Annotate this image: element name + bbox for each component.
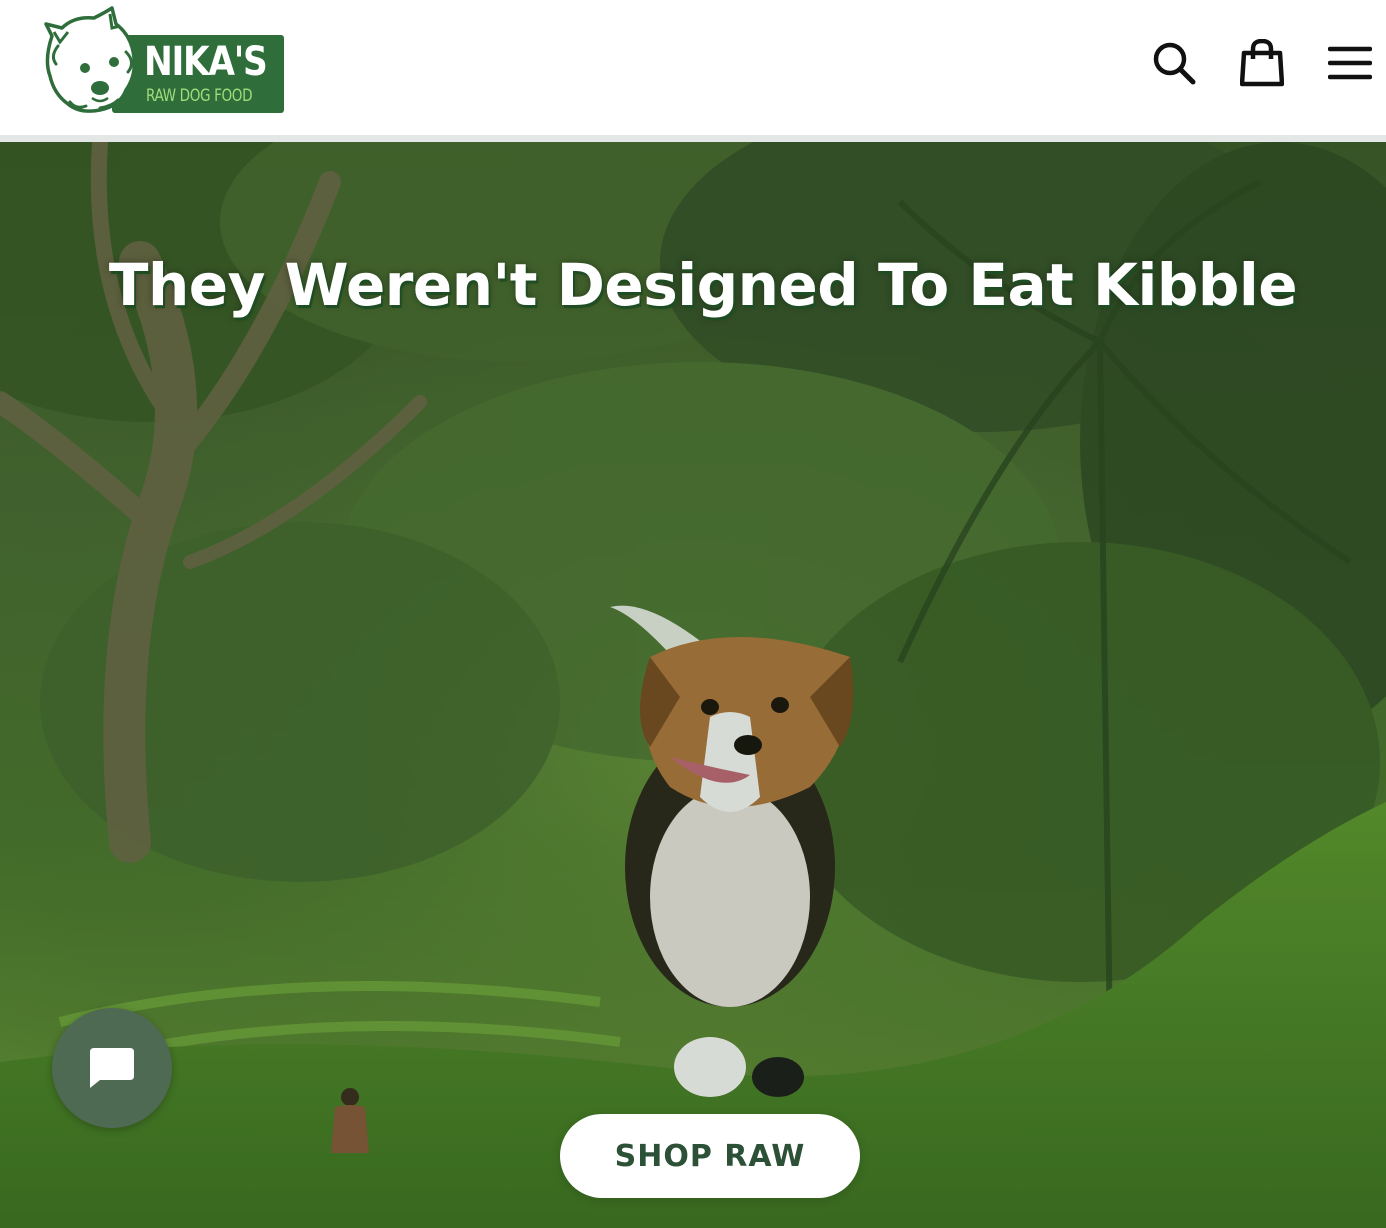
- hamburger-menu-icon: [1328, 46, 1372, 80]
- hero-banner: They Weren't Designed To Eat Kibble SHOP…: [0, 142, 1386, 1228]
- shop-raw-button[interactable]: SHOP RAW: [560, 1114, 860, 1198]
- hero-headline: They Weren't Designed To Eat Kibble: [108, 251, 1298, 319]
- site-header: NIKA'S RAW DOG FOOD: [0, 0, 1386, 136]
- logo-tagline: RAW DOG FOOD: [146, 86, 253, 106]
- brand-logo[interactable]: NIKA'S RAW DOG FOOD: [40, 6, 286, 116]
- logo-wordmark: NIKA'S: [144, 39, 268, 85]
- search-button[interactable]: [1145, 34, 1203, 92]
- chat-widget-button[interactable]: [52, 1008, 172, 1128]
- shopping-bag-icon: [1240, 39, 1284, 87]
- westie-dog-logo-icon: [44, 6, 137, 113]
- chat-bubble-icon: [90, 1048, 134, 1088]
- menu-button[interactable]: [1321, 34, 1379, 92]
- cart-button[interactable]: [1233, 34, 1291, 92]
- search-icon: [1153, 42, 1196, 85]
- header-divider: [0, 135, 1386, 142]
